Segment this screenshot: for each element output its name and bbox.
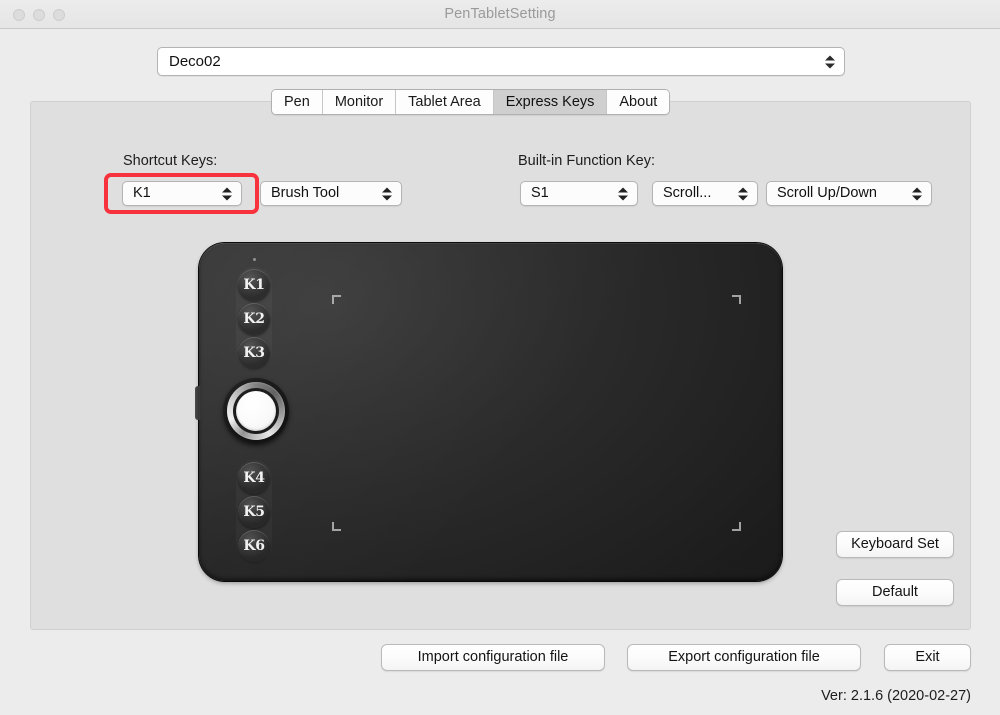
dial-center-button[interactable] bbox=[236, 391, 276, 431]
active-area-corner-top-left bbox=[332, 295, 341, 304]
active-area-corner-bottom-right bbox=[732, 522, 741, 531]
pen-tablet-setting-window: PenTabletSetting Deco02 Pen Monitor Tabl… bbox=[0, 0, 1000, 715]
default-button[interactable]: Default bbox=[836, 579, 954, 606]
export-config-button[interactable]: Export configuration file bbox=[627, 644, 861, 671]
tablet-key-k6[interactable]: K6 bbox=[238, 530, 270, 562]
active-area-corner-bottom-left bbox=[332, 522, 341, 531]
updown-stepper-icon bbox=[617, 184, 628, 203]
builtin-function-key-label: Built-in Function Key: bbox=[518, 153, 656, 169]
shortcut-keys-label: Shortcut Keys: bbox=[123, 153, 218, 169]
tab-pen[interactable]: Pen bbox=[272, 90, 323, 114]
tab-bar: Pen Monitor Tablet Area Express Keys Abo… bbox=[271, 89, 671, 115]
builtin-key-select[interactable]: S1 bbox=[520, 181, 638, 206]
tab-monitor[interactable]: Monitor bbox=[322, 90, 397, 114]
shortcut-key-select[interactable]: K1 bbox=[122, 181, 242, 206]
import-config-button[interactable]: Import configuration file bbox=[381, 644, 605, 671]
tablet-key-k4[interactable]: K4 bbox=[238, 462, 270, 494]
active-area-corner-top-right bbox=[732, 295, 741, 304]
version-label: Ver: 2.1.6 (2020-02-27) bbox=[821, 688, 971, 704]
tablet-key-k1[interactable]: K1 bbox=[238, 269, 270, 301]
updown-stepper-icon bbox=[221, 184, 232, 203]
shortcut-action-select[interactable]: Brush Tool bbox=[260, 181, 402, 206]
builtin-mode-select-value: Scroll... bbox=[663, 185, 712, 201]
shortcut-action-select-value: Brush Tool bbox=[271, 185, 340, 201]
title-bar: PenTabletSetting bbox=[0, 0, 1000, 29]
updown-stepper-icon bbox=[824, 52, 835, 71]
updown-stepper-icon bbox=[911, 184, 922, 203]
scroll-dial[interactable] bbox=[223, 378, 289, 444]
tablet-key-k5[interactable]: K5 bbox=[238, 496, 270, 528]
tab-tablet-area[interactable]: Tablet Area bbox=[396, 90, 494, 114]
tablet-key-k3[interactable]: K3 bbox=[238, 337, 270, 369]
keyboard-set-button[interactable]: Keyboard Set bbox=[836, 531, 954, 558]
builtin-mode-select[interactable]: Scroll... bbox=[652, 181, 758, 206]
builtin-action-select[interactable]: Scroll Up/Down bbox=[766, 181, 932, 206]
updown-stepper-icon bbox=[737, 184, 748, 203]
side-button bbox=[195, 386, 201, 420]
tab-express-keys[interactable]: Express Keys bbox=[493, 90, 608, 114]
updown-stepper-icon bbox=[381, 184, 392, 203]
status-led-icon bbox=[253, 258, 256, 261]
device-select[interactable]: Deco02 bbox=[157, 47, 845, 76]
tab-about[interactable]: About bbox=[607, 90, 670, 114]
tablet-key-k2[interactable]: K2 bbox=[238, 303, 270, 335]
builtin-action-select-value: Scroll Up/Down bbox=[777, 185, 877, 201]
window-title: PenTabletSetting bbox=[444, 6, 556, 22]
shortcut-key-select-value: K1 bbox=[133, 185, 151, 201]
exit-button[interactable]: Exit bbox=[884, 644, 971, 671]
tablet-illustration: K1 K2 K3 K4 K5 K6 bbox=[195, 243, 782, 581]
builtin-key-select-value: S1 bbox=[531, 185, 549, 201]
device-select-value: Deco02 bbox=[169, 53, 221, 70]
